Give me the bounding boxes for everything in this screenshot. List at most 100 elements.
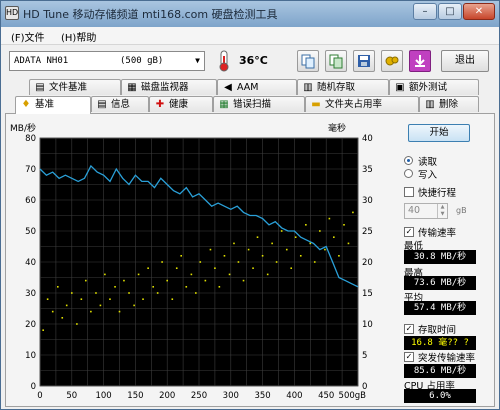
random-access-icon: ▥ [303,82,313,93]
access-time-point [71,292,73,294]
access-time-point [161,261,163,263]
x-tick: 500gB [339,391,367,401]
y-axis-label-right: 毫秒 [328,122,346,134]
access-time-point [266,273,269,276]
access-time-point [305,224,307,226]
access-time-point [171,298,174,300]
extra-tests-icon: ▣ [395,82,405,93]
app-window: HD HD Tune 移动存储频道 mti168.com 硬盘检测工具 – □ … [0,0,500,410]
access-time-point [99,304,102,307]
burst-rate-checkbox[interactable]: ✓ [404,352,414,362]
tab-row-back: ▤ 文件基准 ▦ 磁盘监视器 ◀ AAM ▥ 随机存取 ▣ 额外测试 [1,79,499,95]
access-time-point [42,329,44,331]
min-value: 30.8 MB/秒 [404,250,476,264]
access-time-point [180,255,182,257]
drive-select[interactable]: ADATA NH01 (500 gB) ▼ [9,51,205,71]
tab-error-scan[interactable]: ▦ 错误扫描 [213,96,305,112]
options-button[interactable] [381,50,403,72]
y-tick-right: 25 [362,227,373,237]
thermometer-icon [219,50,229,72]
tab-random-access[interactable]: ▥ 随机存取 [297,79,389,95]
access-time-point [237,261,240,263]
access-time-point [218,286,221,288]
drive-name: ADATA NH01 [14,56,69,66]
access-time-point [90,310,92,313]
options-icon [385,56,399,66]
access-time-point [95,292,97,294]
tab-folder-usage[interactable]: ▬ 文件夹占用率 [305,96,419,112]
y-tick-right: 20 [362,258,373,268]
start-button[interactable]: 开始 [408,124,470,142]
copy-text-button[interactable] [297,50,319,72]
window-title: HD Tune 移动存储频道 mti168.com 硬盘检测工具 [23,8,278,21]
x-tick: 400 [286,391,302,401]
toolbar: ADATA NH01 (500 gB) ▼ 36°C 退出 [1,45,499,77]
access-time-point [204,279,207,282]
access-time-point [128,292,130,294]
tab-file-benchmark[interactable]: ▤ 文件基准 [29,79,121,95]
access-time-point [104,273,106,276]
erase-icon: ▥ [425,99,435,110]
maximize-button[interactable]: □ [438,3,462,20]
access-time-point [61,317,64,319]
menu-file[interactable]: (F)文件 [11,29,45,44]
y-tick-left: 0 [31,382,36,392]
minimize-button[interactable]: – [413,3,437,20]
access-time-point [51,310,54,313]
y-tick-left: 50 [25,227,36,237]
tab-health[interactable]: ✚ 健康 [149,96,213,112]
app-icon: HD [5,6,19,20]
write-radio[interactable] [404,169,413,178]
y-tick-right: 30 [362,196,373,206]
tab-aam[interactable]: ◀ AAM [217,79,297,95]
read-radio[interactable] [404,156,413,165]
exit-button[interactable]: 退出 [441,50,489,72]
file-benchmark-icon: ▤ [35,82,45,93]
shortstroke-checkbox[interactable] [404,187,414,197]
shortstroke-spinner[interactable]: 40 ▲ ▼ [404,203,448,219]
access-time-point [80,298,83,300]
transfer-rate-checkbox[interactable]: ✓ [404,227,414,237]
x-tick: 200 [159,391,175,401]
access-time-point [57,286,59,288]
title-bar[interactable]: HD HD Tune 移动存储频道 mti168.com 硬盘检测工具 – □ … [1,1,499,27]
access-time-point [166,279,168,282]
y-tick-right: 15 [362,289,373,299]
access-time-point [185,286,188,288]
tab-erase[interactable]: ▥ 删除 [419,96,479,112]
access-time-point [299,255,302,257]
y-tick-left: 60 [25,196,36,206]
burst-rate-label: 突发传输速率 [418,353,476,364]
access-time-checkbox[interactable]: ✓ [404,324,414,334]
download-button[interactable] [409,50,431,72]
x-tick: 300 [223,391,239,401]
close-button[interactable]: ✕ [463,3,495,20]
menu-help[interactable]: (H)帮助 [61,29,96,44]
access-time-point [352,211,354,214]
access-time-point [347,242,350,245]
tab-benchmark[interactable]: ♦ 基准 [15,96,91,114]
access-time-value: 16.8 毫?? ? [404,336,476,350]
tab-disk-monitor[interactable]: ▦ 磁盘监视器 [121,79,217,95]
save-button[interactable] [353,50,375,72]
access-time-point [228,273,231,276]
y-tick-right: 35 [362,165,373,175]
access-time-point [242,279,245,282]
access-time-point [290,267,293,269]
copy-screenshot-button[interactable] [325,50,347,72]
y-tick-right: 10 [362,320,373,330]
access-time-point [118,310,121,313]
y-tick-right: 40 [362,134,373,144]
tab-extra-tests[interactable]: ▣ 额外测试 [389,79,479,95]
y-axis-label-left: MB/秒 [10,122,36,134]
access-time-point [209,248,212,251]
tab-info[interactable]: ▤ 信息 [91,96,149,112]
x-tick: 100 [95,391,111,401]
access-time-point [214,267,216,269]
access-time-point [46,298,49,300]
spinner-arrows-icon[interactable]: ▲ ▼ [437,204,447,218]
y-tick-left: 30 [25,289,36,299]
download-icon [415,55,425,67]
x-tick: 50 [66,391,77,401]
save-icon [358,55,370,67]
